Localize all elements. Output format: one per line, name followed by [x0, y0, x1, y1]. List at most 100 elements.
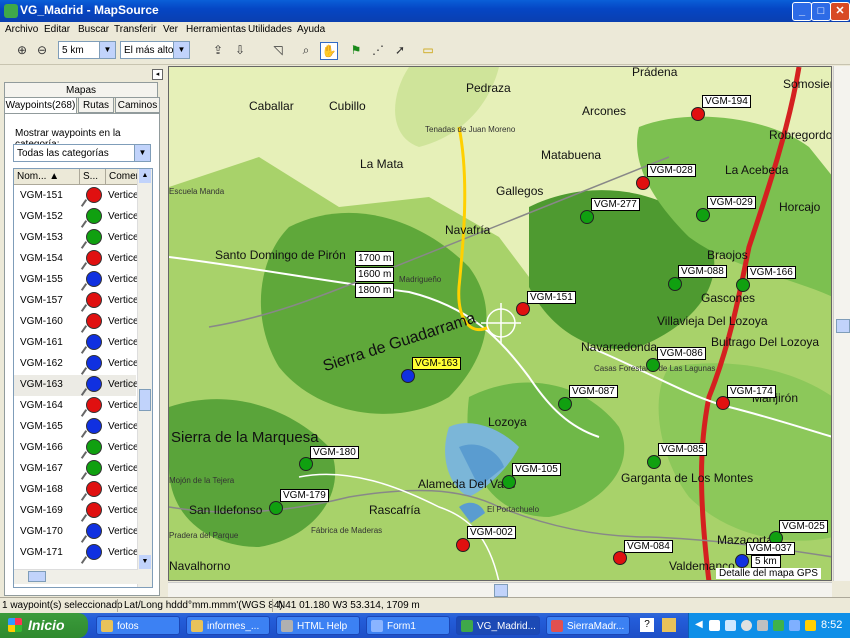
waypoint-label[interactable]: VGM-151 [527, 291, 576, 304]
list-item[interactable]: VGM-153 Vertice [14, 228, 139, 249]
waypoint-label[interactable]: VGM-087 [569, 385, 618, 398]
minimize-button[interactable]: _ [792, 2, 812, 21]
waypoint-label[interactable]: VGM-277 [591, 198, 640, 211]
waypoint-label[interactable]: VGM-166 [747, 266, 796, 279]
scroll-up-icon[interactable]: ▲ [139, 169, 151, 183]
waypoint-marker[interactable] [668, 277, 682, 291]
waypoint-marker[interactable] [580, 210, 594, 224]
menu-transferir[interactable]: Transferir [114, 24, 156, 35]
waypoint-label[interactable]: VGM-002 [467, 526, 516, 539]
taskbar-item[interactable]: fotos [96, 616, 180, 635]
taskbar-item[interactable]: Form1 [366, 616, 450, 635]
scroll-thumb[interactable] [139, 389, 151, 411]
waypoint-marker-selected[interactable] [401, 369, 415, 383]
waypoint-marker[interactable] [646, 358, 660, 372]
waypoint-marker[interactable] [696, 208, 710, 222]
menu-ver[interactable]: Ver [163, 24, 178, 35]
waypoint-label[interactable]: VGM-029 [707, 196, 756, 209]
waypoint-marker[interactable] [269, 501, 283, 515]
list-item[interactable]: VGM-171 Vertice [14, 543, 139, 564]
waypoint-marker[interactable] [716, 396, 730, 410]
scroll-thumb[interactable] [494, 584, 508, 597]
waypoint-label[interactable]: VGM-105 [512, 463, 561, 476]
list-item[interactable]: VGM-155 Vertice [14, 270, 139, 291]
waypoint-marker[interactable] [691, 107, 705, 121]
category-select[interactable]: Todas las categorías ▼ [13, 144, 151, 162]
menu-herramientas[interactable]: Herramientas [186, 24, 246, 35]
waypoint-label-selected[interactable]: VGM-163 [412, 357, 461, 370]
list-item[interactable]: VGM-168 Vertice [14, 480, 139, 501]
waypoint-label[interactable]: VGM-179 [280, 489, 329, 502]
list-scrollbar[interactable]: ▲ ▼ [137, 169, 152, 587]
column-header-name[interactable]: Nom... ▲ [14, 169, 80, 185]
waypoint-label[interactable]: VGM-174 [727, 385, 776, 398]
list-item[interactable]: VGM-170 Vertice [14, 522, 139, 543]
tab-tracks[interactable]: Caminos [115, 97, 160, 113]
list-hscrollbar[interactable] [14, 569, 138, 584]
hand-tool-icon[interactable]: ✋ [320, 42, 338, 60]
waypoint-label[interactable]: VGM-180 [310, 446, 359, 459]
send-to-device-icon[interactable]: ⇩ [232, 42, 248, 58]
map-vertical-scrollbar[interactable] [833, 66, 850, 581]
tray-app-icon[interactable] [757, 620, 768, 631]
tray-app-icon[interactable] [741, 620, 752, 631]
waypoint-marker[interactable] [735, 554, 749, 568]
list-item[interactable]: VGM-164 Vertice [14, 396, 139, 417]
waypoint-marker[interactable] [502, 475, 516, 489]
zoom-out-icon[interactable]: ⊖ [34, 42, 50, 58]
zoom-level-select[interactable]: 5 km ▼ [58, 41, 116, 59]
network-icon[interactable] [789, 620, 800, 631]
waypoint-marker[interactable] [736, 278, 750, 292]
tray-app-icon[interactable] [773, 620, 784, 631]
list-item[interactable]: VGM-165 Vertice [14, 417, 139, 438]
zoom-tool-icon[interactable]: ⌕ [298, 42, 314, 58]
hscroll-thumb[interactable] [28, 571, 46, 582]
waypoint-flag-icon[interactable]: ⚑ [348, 42, 364, 58]
waypoint-label[interactable]: VGM-037 [746, 542, 795, 555]
tray-arrow-icon[interactable]: ◀ [695, 619, 703, 630]
app-icon[interactable] [662, 618, 676, 632]
tab-maps[interactable]: Mapas [4, 82, 158, 98]
column-header-comment[interactable]: Comer [106, 169, 139, 185]
taskbar-item[interactable]: SierraMadr... [546, 616, 630, 635]
list-item[interactable]: VGM-166 Vertice [14, 438, 139, 459]
list-item[interactable]: VGM-167 Vertice [14, 459, 139, 480]
taskbar-item-active[interactable]: VG_Madrid... [456, 616, 540, 635]
waypoint-marker[interactable] [636, 176, 650, 190]
scroll-down-icon[interactable]: ▼ [139, 555, 151, 569]
route-tool-icon[interactable]: ⋰ [370, 42, 386, 58]
taskbar-item[interactable]: informes_... [186, 616, 270, 635]
tray-app-icon[interactable] [709, 620, 720, 631]
receive-from-device-icon[interactable]: ⇪ [210, 42, 226, 58]
help-icon[interactable]: ? [640, 618, 654, 632]
waypoint-label[interactable]: VGM-088 [678, 265, 727, 278]
volume-icon[interactable] [805, 620, 816, 631]
zoom-in-icon[interactable]: ⊕ [14, 42, 30, 58]
waypoint-marker[interactable] [647, 455, 661, 469]
start-button[interactable]: Inicio [0, 613, 88, 638]
waypoint-label[interactable]: VGM-194 [702, 95, 751, 108]
waypoint-marker[interactable] [516, 302, 530, 316]
scroll-thumb[interactable] [836, 319, 850, 333]
collapse-icon[interactable]: ◂ [152, 69, 163, 80]
menu-archivo[interactable]: Archivo [5, 24, 38, 35]
waypoint-label[interactable]: VGM-025 [779, 520, 828, 533]
list-item[interactable]: VGM-163 Vertice [14, 375, 139, 396]
list-item[interactable]: VGM-161 Vertice [14, 333, 139, 354]
map-horizontal-scrollbar[interactable] [168, 582, 832, 598]
waypoint-marker[interactable] [456, 538, 470, 552]
list-item[interactable]: VGM-152 Vertice [14, 207, 139, 228]
menu-ayuda[interactable]: Ayuda [297, 24, 325, 35]
waypoint-marker[interactable] [299, 457, 313, 471]
maximize-button[interactable]: □ [811, 2, 831, 21]
menu-utilidades[interactable]: Utilidades [248, 24, 292, 35]
tray-app-icon[interactable] [725, 620, 736, 631]
distance-ruler-icon[interactable]: ▭ [420, 42, 436, 58]
menu-buscar[interactable]: Buscar [78, 24, 109, 35]
map-view[interactable]: Caballar Cubillo Pedraza Arcones Prádena… [168, 66, 832, 581]
selection-arrow-icon[interactable]: ➚ [392, 42, 408, 58]
waypoint-marker[interactable] [613, 551, 627, 565]
waypoint-list[interactable]: Nom... ▲ S... Comer VGM-151 Vertice VGM-15… [13, 168, 153, 588]
waypoint-label[interactable]: VGM-085 [658, 443, 707, 456]
list-item[interactable]: VGM-154 Vertice [14, 249, 139, 270]
